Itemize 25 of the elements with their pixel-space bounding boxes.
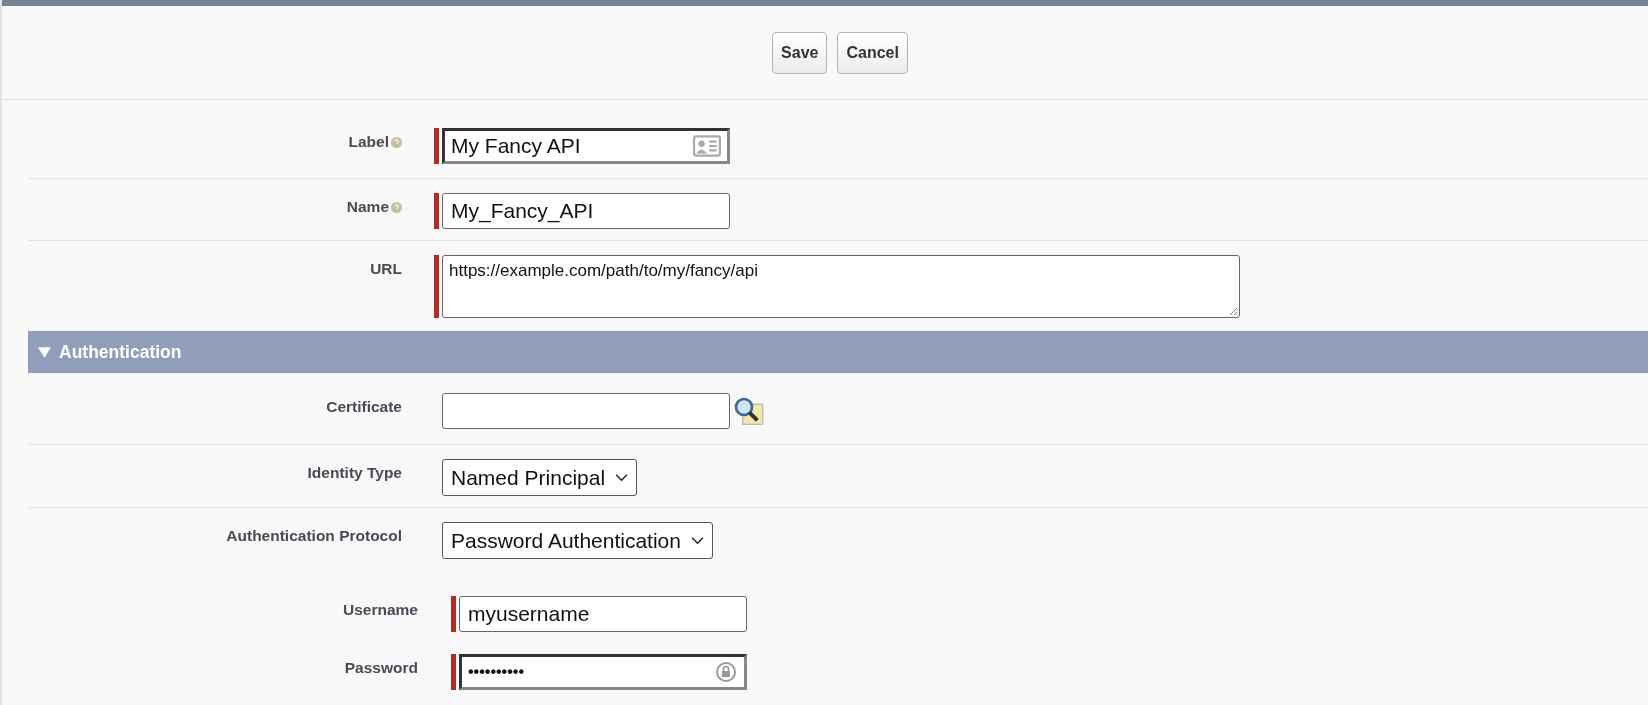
password-field[interactable]: •••••••••• [459, 654, 747, 690]
text-field[interactable]: My Fancy API [442, 128, 730, 164]
field-label: Authentication Protocol [226, 527, 402, 545]
dropdown[interactable]: Named Principal [442, 459, 638, 496]
cancel-button[interactable]: Cancel [837, 31, 908, 74]
field-label: Certificate [326, 398, 402, 416]
field-label: URL [370, 260, 402, 278]
url-field[interactable]: https://example.com/path/to/my/fancy/api [442, 255, 1240, 318]
lookup-field[interactable] [442, 393, 730, 429]
chevron-down-icon [691, 536, 704, 545]
magnifier-icon[interactable] [732, 396, 764, 426]
field-label: Name [346, 198, 389, 216]
resize-handle-icon[interactable] [1228, 306, 1238, 316]
field-label: Identity Type [307, 464, 402, 482]
lock-icon [714, 660, 738, 684]
text-field[interactable]: myusername [459, 596, 747, 632]
field-label: Label [348, 133, 389, 151]
save-button[interactable]: Save [772, 31, 828, 74]
field-label: Password [344, 659, 418, 677]
contact-card-icon[interactable] [693, 135, 721, 157]
chevron-down-icon [615, 473, 629, 482]
dropdown[interactable]: Password Authentication [442, 522, 713, 559]
text-field[interactable]: My_Fancy_API [442, 193, 730, 229]
field-label: Username [343, 601, 418, 619]
url-value: https://example.com/path/to/my/fancy/api [449, 261, 758, 280]
